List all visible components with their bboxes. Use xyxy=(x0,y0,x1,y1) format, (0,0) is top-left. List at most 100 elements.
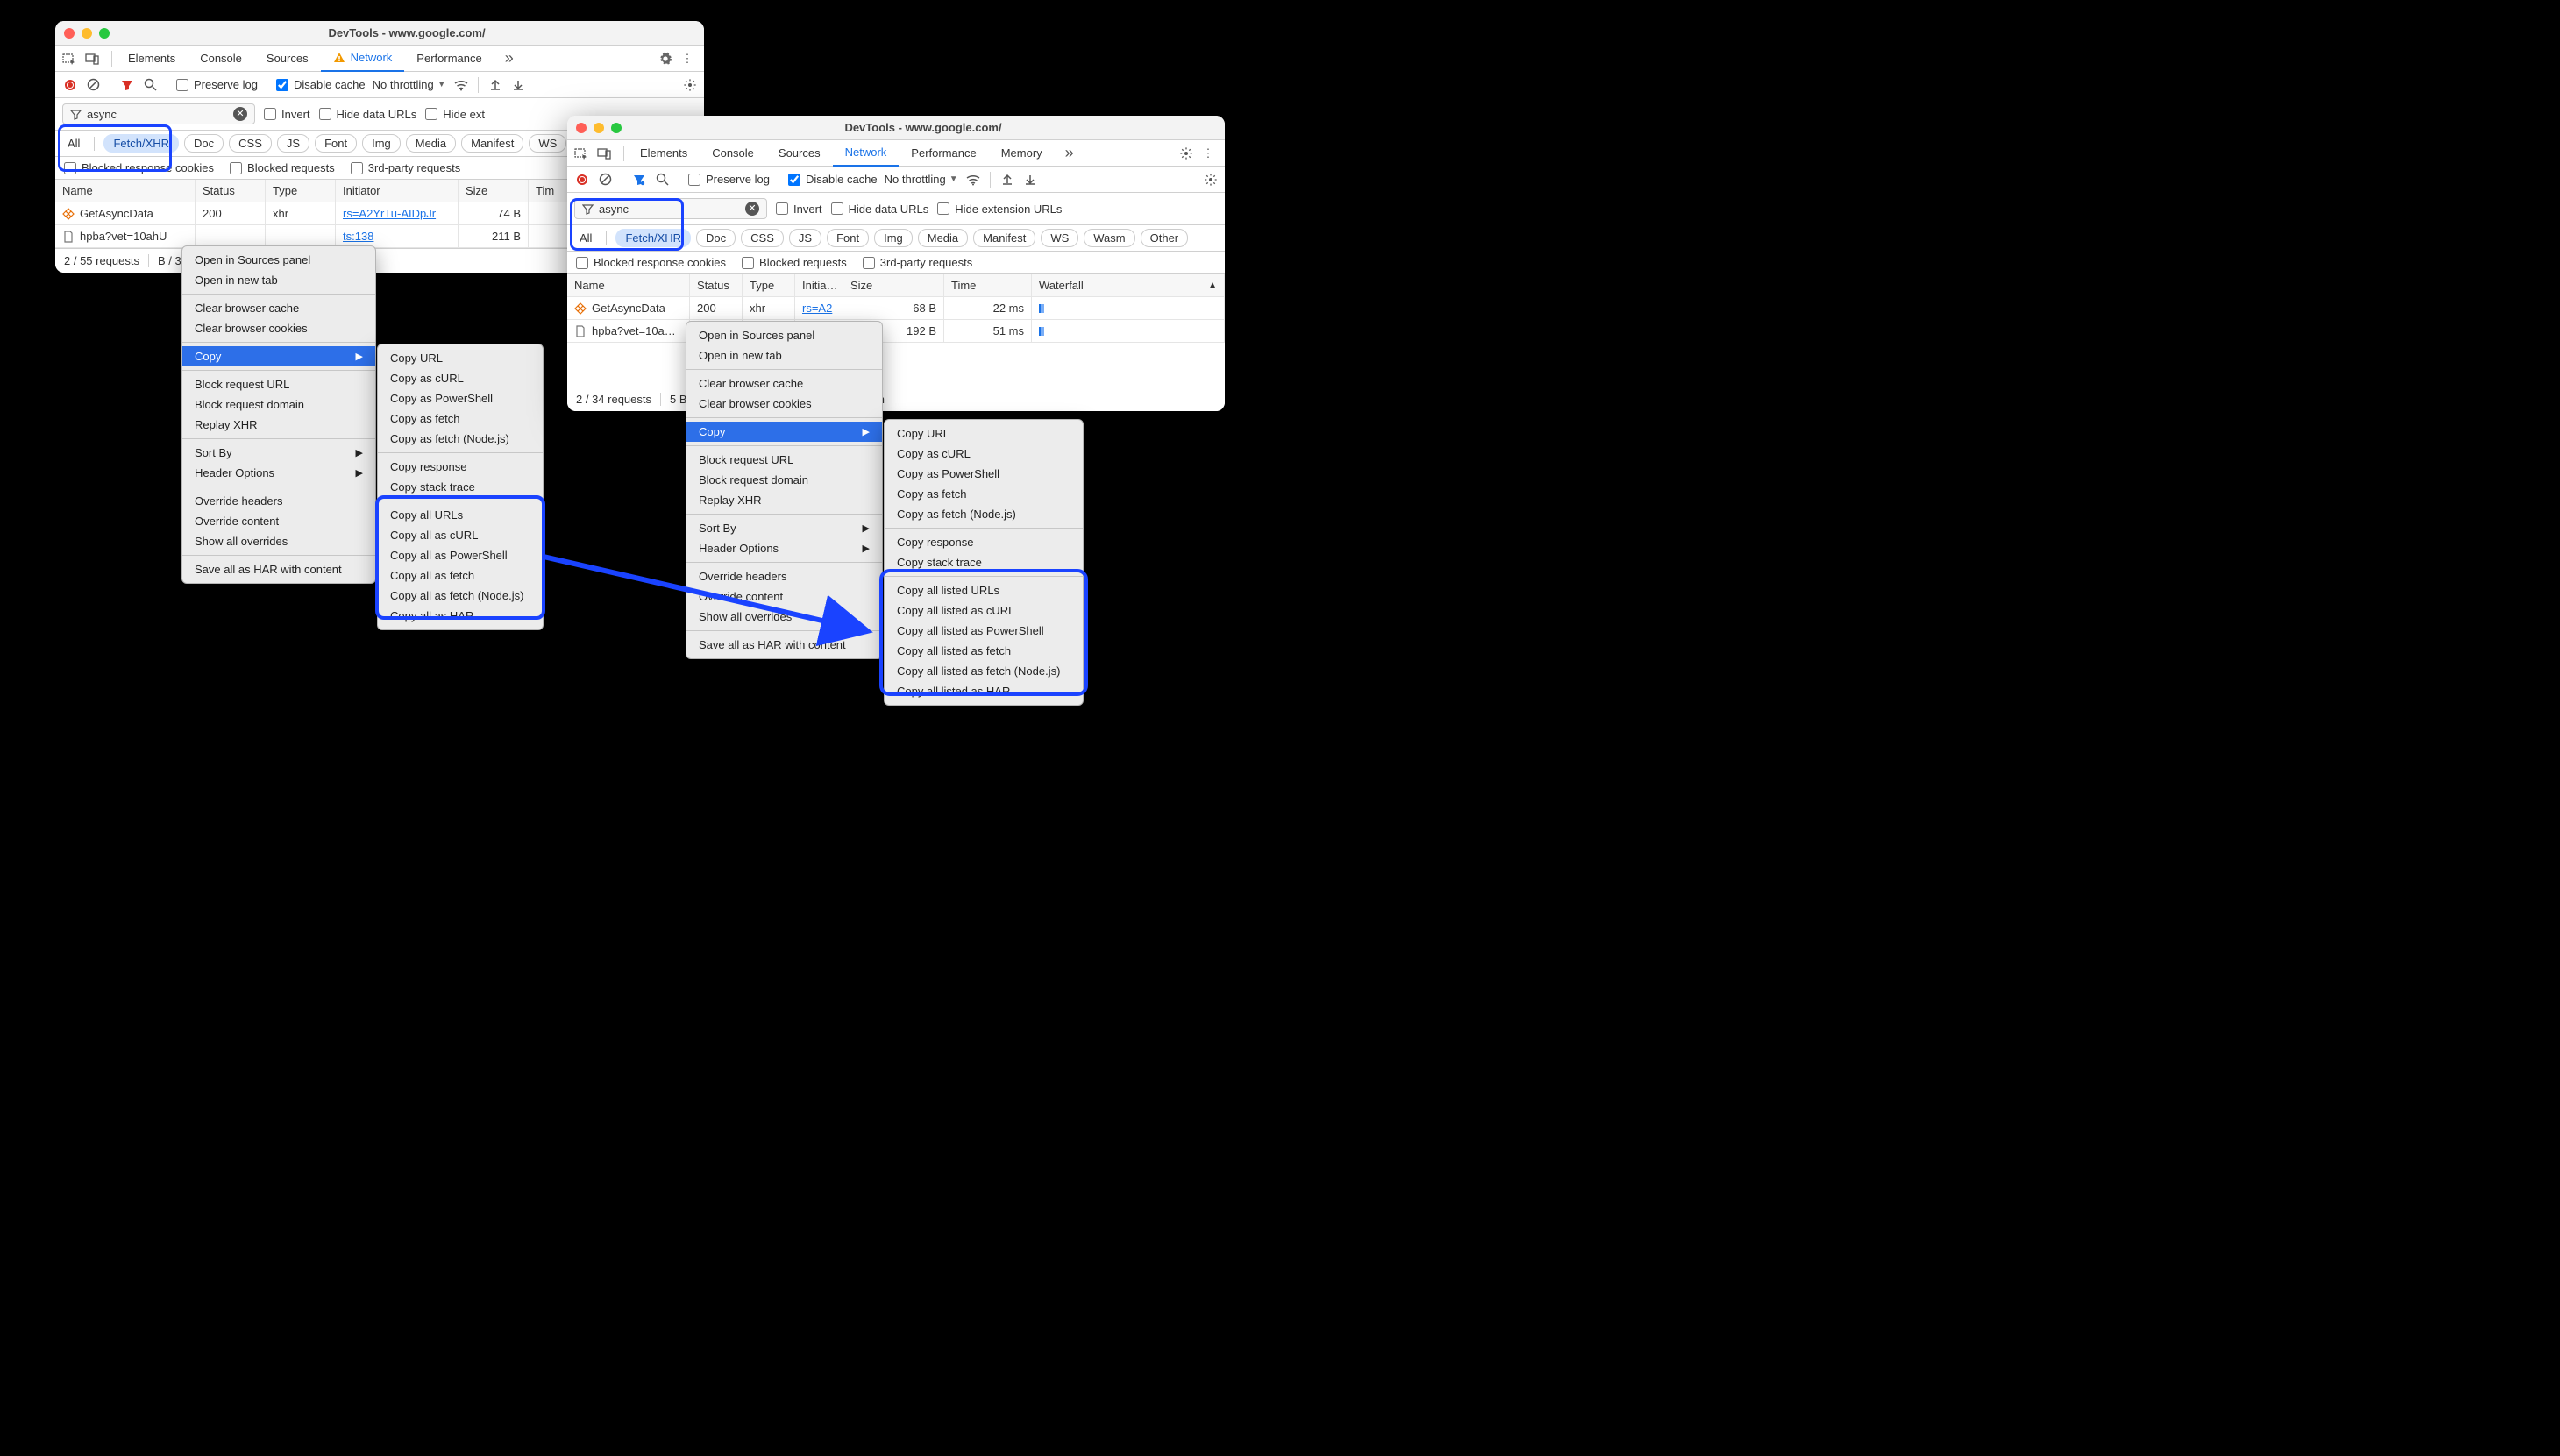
preserve-log-checkbox[interactable]: Preserve log xyxy=(176,78,258,91)
col-header[interactable]: Size xyxy=(843,274,944,296)
preserve-log-checkbox[interactable]: Preserve log xyxy=(688,173,770,186)
settings-gear-icon[interactable] xyxy=(658,52,678,66)
invert-checkbox[interactable]: Invert xyxy=(264,108,310,121)
menu-copy-as-fetch-node-js-[interactable]: Copy as fetch (Node.js) xyxy=(378,429,543,449)
menu-open-in-sources-panel[interactable]: Open in Sources panel xyxy=(686,325,882,345)
disable-cache-checkbox[interactable]: Disable cache xyxy=(788,173,878,186)
pill-img[interactable]: Img xyxy=(874,229,913,247)
menu-copy-url[interactable]: Copy URL xyxy=(378,348,543,368)
pill-fetchxhr[interactable]: Fetch/XHR xyxy=(615,229,691,247)
inspect-icon[interactable] xyxy=(62,52,76,66)
menu-clear-browser-cookies[interactable]: Clear browser cookies xyxy=(686,394,882,414)
copy-submenu-right[interactable]: Copy URLCopy as cURLCopy as PowerShellCo… xyxy=(884,419,1084,706)
menu-copy[interactable]: Copy▶ xyxy=(686,422,882,442)
menu-copy-as-fetch[interactable]: Copy as fetch xyxy=(885,484,1083,504)
window-minimize-icon[interactable] xyxy=(594,123,604,133)
upload-icon[interactable] xyxy=(487,77,503,93)
more-tabs-icon[interactable]: » xyxy=(1060,144,1079,162)
pill-other[interactable]: Other xyxy=(1141,229,1189,247)
pill-all[interactable]: All xyxy=(62,135,85,152)
record-icon[interactable] xyxy=(574,172,590,188)
clear-filter-icon[interactable]: ✕ xyxy=(745,202,759,216)
table-row[interactable]: hpba?vet=10a…192 B51 ms xyxy=(567,320,1225,343)
network-settings-icon[interactable] xyxy=(1204,173,1218,187)
pill-ws[interactable]: WS xyxy=(529,134,566,153)
pill-ws[interactable]: WS xyxy=(1041,229,1078,247)
window-minimize-icon[interactable] xyxy=(82,28,92,39)
pill-fetchxhr[interactable]: Fetch/XHR xyxy=(103,134,179,153)
menu-copy-all-urls[interactable]: Copy all URLs xyxy=(378,505,543,525)
menu-copy-all-as-curl[interactable]: Copy all as cURL xyxy=(378,525,543,545)
menu-open-in-new-tab[interactable]: Open in new tab xyxy=(182,270,375,290)
menu-copy-all-listed-as-fetch[interactable]: Copy all listed as fetch xyxy=(885,641,1083,661)
tab-performance[interactable]: Performance xyxy=(899,140,988,167)
menu-sort-by[interactable]: Sort By▶ xyxy=(686,518,882,538)
menu-copy-as-powershell[interactable]: Copy as PowerShell xyxy=(378,388,543,408)
pill-css[interactable]: CSS xyxy=(741,229,784,247)
clear-filter-icon[interactable]: ✕ xyxy=(233,107,247,121)
window-close-icon[interactable] xyxy=(576,123,587,133)
menu-copy[interactable]: Copy▶ xyxy=(182,346,375,366)
menu-replay-xhr[interactable]: Replay XHR xyxy=(686,490,882,510)
search-icon[interactable] xyxy=(142,77,158,93)
menu-copy-all-listed-as-curl[interactable]: Copy all listed as cURL xyxy=(885,600,1083,621)
menu-clear-browser-cache[interactable]: Clear browser cache xyxy=(182,298,375,318)
blocked-cookies-checkbox[interactable]: Blocked response cookies xyxy=(64,161,214,174)
menu-copy-all-listed-as-fetch-node-js-[interactable]: Copy all listed as fetch (Node.js) xyxy=(885,661,1083,681)
pill-css[interactable]: CSS xyxy=(229,134,272,153)
wifi-icon[interactable] xyxy=(965,172,981,188)
upload-icon[interactable] xyxy=(999,172,1015,188)
pill-media[interactable]: Media xyxy=(918,229,968,247)
menu-copy-as-powershell[interactable]: Copy as PowerShell xyxy=(885,464,1083,484)
clear-icon[interactable] xyxy=(597,172,613,188)
menu-clear-browser-cache[interactable]: Clear browser cache xyxy=(686,373,882,394)
hide-ext-urls-checkbox[interactable]: Hide ext xyxy=(425,108,485,121)
menu-show-all-overrides[interactable]: Show all overrides xyxy=(182,531,375,551)
menu-block-request-url[interactable]: Block request URL xyxy=(686,450,882,470)
download-icon[interactable] xyxy=(1022,172,1038,188)
tab-network[interactable]: Network xyxy=(833,140,900,167)
col-header[interactable]: Status xyxy=(196,180,266,202)
pill-manifest[interactable]: Manifest xyxy=(973,229,1035,247)
pill-js[interactable]: JS xyxy=(277,134,309,153)
tab-console[interactable]: Console xyxy=(188,46,254,72)
window-zoom-icon[interactable] xyxy=(611,123,622,133)
menu-open-in-new-tab[interactable]: Open in new tab xyxy=(686,345,882,366)
filter-icon[interactable] xyxy=(631,172,647,188)
device-toggle-icon[interactable] xyxy=(85,52,99,66)
col-header[interactable]: Initia… xyxy=(795,274,843,296)
menu-override-headers[interactable]: Override headers xyxy=(182,491,375,511)
third-party-checkbox[interactable]: 3rd-party requests xyxy=(863,256,973,269)
network-settings-icon[interactable] xyxy=(683,78,697,92)
settings-gear-icon[interactable] xyxy=(1179,146,1198,160)
blocked-requests-checkbox[interactable]: Blocked requests xyxy=(742,256,847,269)
disable-cache-checkbox[interactable]: Disable cache xyxy=(276,78,366,91)
pill-doc[interactable]: Doc xyxy=(696,229,736,247)
tab-sources[interactable]: Sources xyxy=(766,140,833,167)
menu-copy-stack-trace[interactable]: Copy stack trace xyxy=(885,552,1083,572)
col-header[interactable]: Status xyxy=(690,274,743,296)
pill-img[interactable]: Img xyxy=(362,134,401,153)
filter-icon[interactable] xyxy=(119,77,135,93)
download-icon[interactable] xyxy=(510,77,526,93)
menu-copy-all-as-fetch-node-js-[interactable]: Copy all as fetch (Node.js) xyxy=(378,586,543,606)
pill-manifest[interactable]: Manifest xyxy=(461,134,523,153)
throttling-select[interactable]: No throttling▼ xyxy=(885,173,958,186)
window-close-icon[interactable] xyxy=(64,28,75,39)
more-tabs-icon[interactable]: » xyxy=(500,49,519,67)
col-header[interactable]: Type xyxy=(743,274,795,296)
blocked-requests-checkbox[interactable]: Blocked requests xyxy=(230,161,335,174)
col-header[interactable]: Initiator xyxy=(336,180,459,202)
col-header[interactable]: Type xyxy=(266,180,336,202)
menu-block-request-url[interactable]: Block request URL xyxy=(182,374,375,394)
menu-copy-all-as-har[interactable]: Copy all as HAR xyxy=(378,606,543,626)
throttling-select[interactable]: No throttling▼ xyxy=(373,78,446,91)
third-party-checkbox[interactable]: 3rd-party requests xyxy=(351,161,461,174)
col-header[interactable]: Waterfall▲ xyxy=(1032,274,1225,296)
menu-copy-all-listed-as-har[interactable]: Copy all listed as HAR xyxy=(885,681,1083,701)
pill-media[interactable]: Media xyxy=(406,134,456,153)
kebab-menu-icon[interactable]: ⋮ xyxy=(1198,146,1218,160)
menu-block-request-domain[interactable]: Block request domain xyxy=(182,394,375,415)
menu-copy-all-as-fetch[interactable]: Copy all as fetch xyxy=(378,565,543,586)
menu-clear-browser-cookies[interactable]: Clear browser cookies xyxy=(182,318,375,338)
